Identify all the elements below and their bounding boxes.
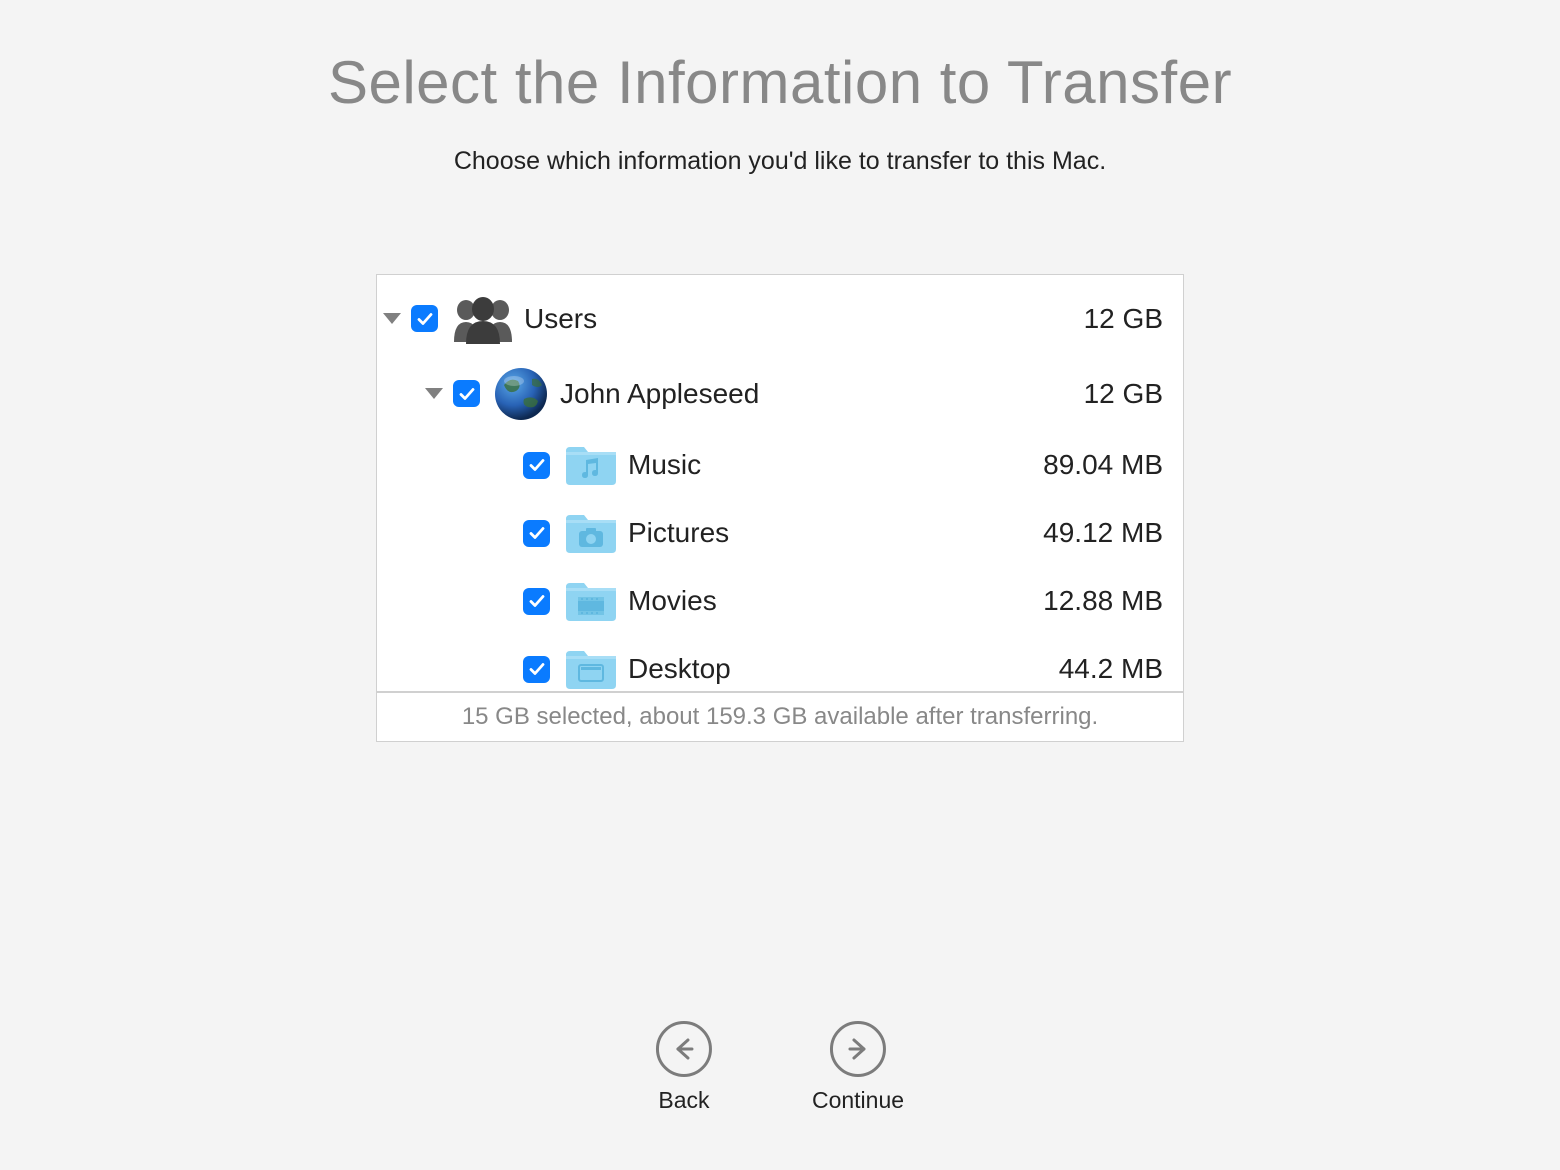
arrow-right-icon <box>830 1021 886 1077</box>
tree-row-user[interactable]: John Appleseed 12 GB <box>377 356 1183 431</box>
tree-size-users: 12 GB <box>1084 303 1163 335</box>
tree-row-music[interactable]: Music 89.04 MB <box>377 431 1183 499</box>
checkbox-users[interactable] <box>411 305 438 332</box>
movies-folder-icon <box>564 579 618 623</box>
pictures-folder-icon <box>564 511 618 555</box>
checkbox-user[interactable] <box>453 380 480 407</box>
users-group-icon <box>452 294 514 344</box>
tree-label-pictures: Pictures <box>628 517 1043 549</box>
tree-row-desktop[interactable]: Desktop 44.2 MB <box>377 635 1183 691</box>
back-label: Back <box>658 1087 709 1114</box>
checkbox-desktop[interactable] <box>523 656 550 683</box>
checkmark-icon <box>527 659 547 679</box>
tree-label-users: Users <box>524 303 1084 335</box>
tree-row-pictures[interactable]: Pictures 49.12 MB <box>377 499 1183 567</box>
globe-icon <box>494 367 548 421</box>
checkmark-icon <box>527 455 547 475</box>
checkbox-music[interactable] <box>523 452 550 479</box>
checkbox-movies[interactable] <box>523 588 550 615</box>
transfer-panel: Users 12 GB <box>376 274 1184 742</box>
selection-summary: 15 GB selected, about 159.3 GB available… <box>377 691 1183 741</box>
tree-label-desktop: Desktop <box>628 653 1059 685</box>
music-folder-icon <box>564 443 618 487</box>
checkbox-pictures[interactable] <box>523 520 550 547</box>
page-title: Select the Information to Transfer <box>328 48 1232 117</box>
continue-button[interactable]: Continue <box>812 1021 904 1114</box>
tree-label-movies: Movies <box>628 585 1043 617</box>
nav-buttons: Back Continue <box>656 1021 904 1114</box>
tree-row-movies[interactable]: Movies 12.88 MB <box>377 567 1183 635</box>
tree-size-desktop: 44.2 MB <box>1059 653 1163 685</box>
disclosure-triangle-icon[interactable] <box>425 388 443 399</box>
checkmark-icon <box>457 384 477 404</box>
back-button[interactable]: Back <box>656 1021 712 1114</box>
tree-size-pictures: 49.12 MB <box>1043 517 1163 549</box>
tree-size-music: 89.04 MB <box>1043 449 1163 481</box>
tree-size-user: 12 GB <box>1084 378 1163 410</box>
tree-size-movies: 12.88 MB <box>1043 585 1163 617</box>
checkmark-icon <box>527 591 547 611</box>
transfer-tree: Users 12 GB <box>377 275 1183 691</box>
page-subtitle: Choose which information you'd like to t… <box>454 147 1106 176</box>
tree-label-music: Music <box>628 449 1043 481</box>
continue-label: Continue <box>812 1087 904 1114</box>
checkmark-icon <box>415 309 435 329</box>
arrow-left-icon <box>656 1021 712 1077</box>
disclosure-triangle-icon[interactable] <box>383 313 401 324</box>
checkmark-icon <box>527 523 547 543</box>
tree-row-users[interactable]: Users 12 GB <box>377 281 1183 356</box>
desktop-folder-icon <box>564 647 618 691</box>
tree-label-user: John Appleseed <box>560 378 1084 410</box>
